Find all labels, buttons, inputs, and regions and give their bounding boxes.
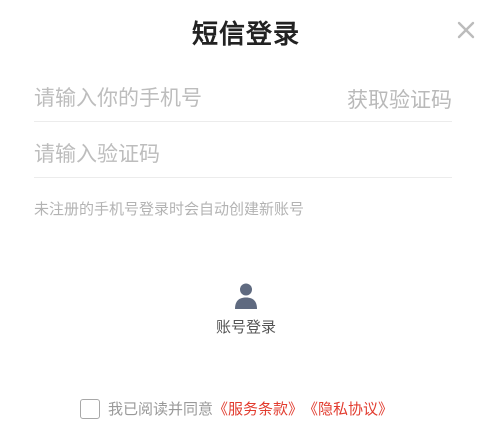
sms-login-dialog: 短信登录 获取验证码 未注册的手机号登录时会自动创建新账号 账号登录 我已阅读并… — [0, 0, 492, 437]
code-row — [34, 136, 452, 178]
account-login-button[interactable]: 账号登录 — [0, 282, 492, 337]
phone-row: 获取验证码 — [34, 80, 452, 122]
user-icon — [235, 283, 257, 309]
agreement-text: 我已阅读并同意 — [108, 400, 214, 418]
close-button[interactable] — [454, 18, 478, 42]
agreement-row: 我已阅读并同意 《服务条款》 《隐私协议》 — [80, 398, 393, 419]
service-terms-link[interactable]: 《服务条款》 — [213, 398, 303, 419]
agreement-checkbox[interactable] — [80, 398, 100, 419]
privacy-policy-link[interactable]: 《隐私协议》 — [303, 398, 393, 419]
code-input[interactable] — [34, 136, 452, 172]
close-icon — [457, 21, 475, 39]
account-login-label: 账号登录 — [215, 318, 276, 336]
get-code-button[interactable]: 获取验证码 — [347, 84, 452, 114]
dialog-title: 短信登录 — [191, 20, 300, 50]
register-hint: 未注册的手机号登录时会自动创建新账号 — [34, 200, 305, 218]
phone-input[interactable] — [34, 80, 324, 116]
